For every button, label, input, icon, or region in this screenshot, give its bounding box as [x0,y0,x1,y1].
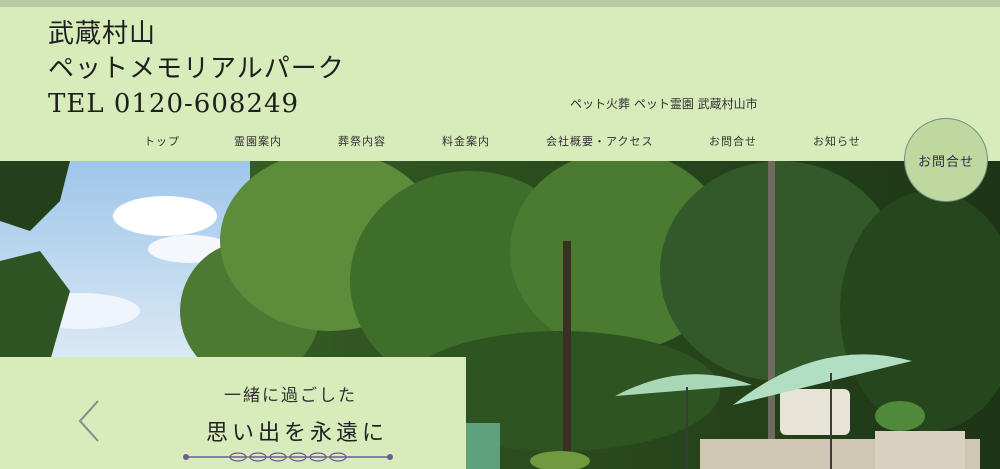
nav-item-company-access[interactable]: 会社概要・アクセス [546,133,653,149]
nav-item-cemetery[interactable]: 霊園案内 [234,133,282,149]
chevron-left-icon[interactable] [76,399,106,443]
caption-line-1: 一緒に過ごした [224,386,357,406]
site-logo[interactable]: 武蔵村山 ペットメモリアルパーク TEL 0120-608249 [48,17,345,122]
site-tagline: ペット火葬 ペット霊園 武蔵村山市 [570,97,758,111]
brand-line-1: 武蔵村山 [48,19,157,49]
nav-item-news[interactable]: お知らせ [813,133,861,149]
nav-item-top[interactable]: トップ [144,133,180,149]
caption-line-2: 思い出を永遠に [206,421,389,446]
contact-button[interactable]: お問合せ [904,118,988,202]
top-strip [0,0,1000,7]
phone-number[interactable]: TEL 0120-608249 [48,87,345,122]
main-nav: トップ 霊園案内 葬祭内容 料金案内 会社概要・アクセス お問合せ お知らせ [108,133,898,153]
hero-caption: 一緒に過ごした 思い出を永遠に [0,357,466,469]
nav-item-contact[interactable]: お問合せ [709,133,757,149]
nav-item-pricing[interactable]: 料金案内 [442,133,490,149]
ornament-divider [183,452,393,462]
site-header: 武蔵村山 ペットメモリアルパーク TEL 0120-608249 ペット火葬 ペ… [0,7,1000,161]
brand-line-2: ペットメモリアルパーク [48,54,345,84]
nav-item-funeral[interactable]: 葬祭内容 [338,133,386,149]
